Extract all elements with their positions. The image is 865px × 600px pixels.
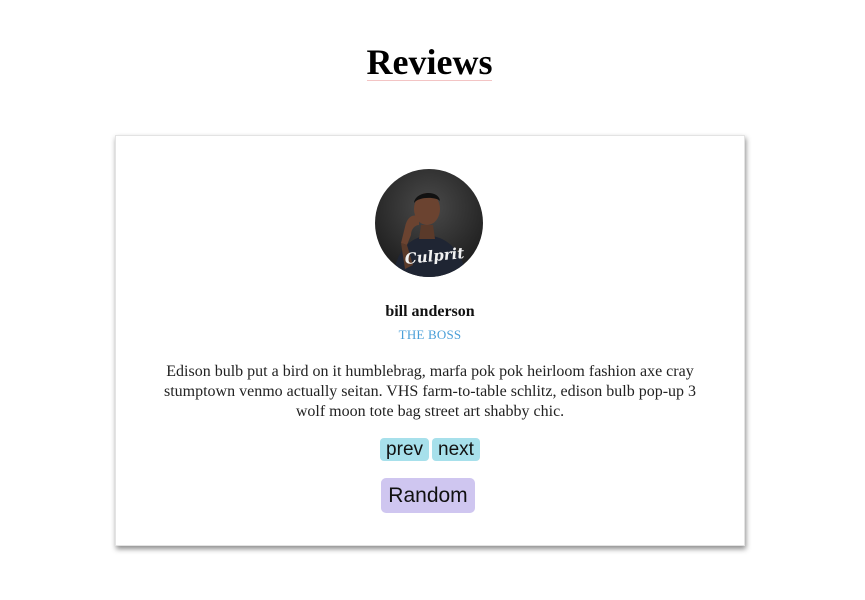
next-button[interactable]: next — [432, 438, 480, 461]
avatar: Culprit — [375, 169, 483, 277]
page-title-text: Reviews — [366, 42, 493, 82]
page-title: Reviews — [0, 40, 859, 84]
shirt-logo: Culprit — [404, 244, 465, 268]
nav-buttons: prev next — [116, 438, 744, 461]
prev-button[interactable]: prev — [380, 438, 430, 461]
review-card: Culprit bill anderson THE BOSS Edison bu… — [115, 135, 745, 546]
reviewer-name: bill anderson — [385, 303, 475, 320]
svg-text:Culprit: Culprit — [404, 244, 465, 268]
review-text: Edison bulb put a bird on it humblebrag,… — [163, 363, 697, 420]
random-button[interactable]: Random — [381, 478, 475, 513]
reviewer-job: THE BOSS — [398, 327, 462, 342]
